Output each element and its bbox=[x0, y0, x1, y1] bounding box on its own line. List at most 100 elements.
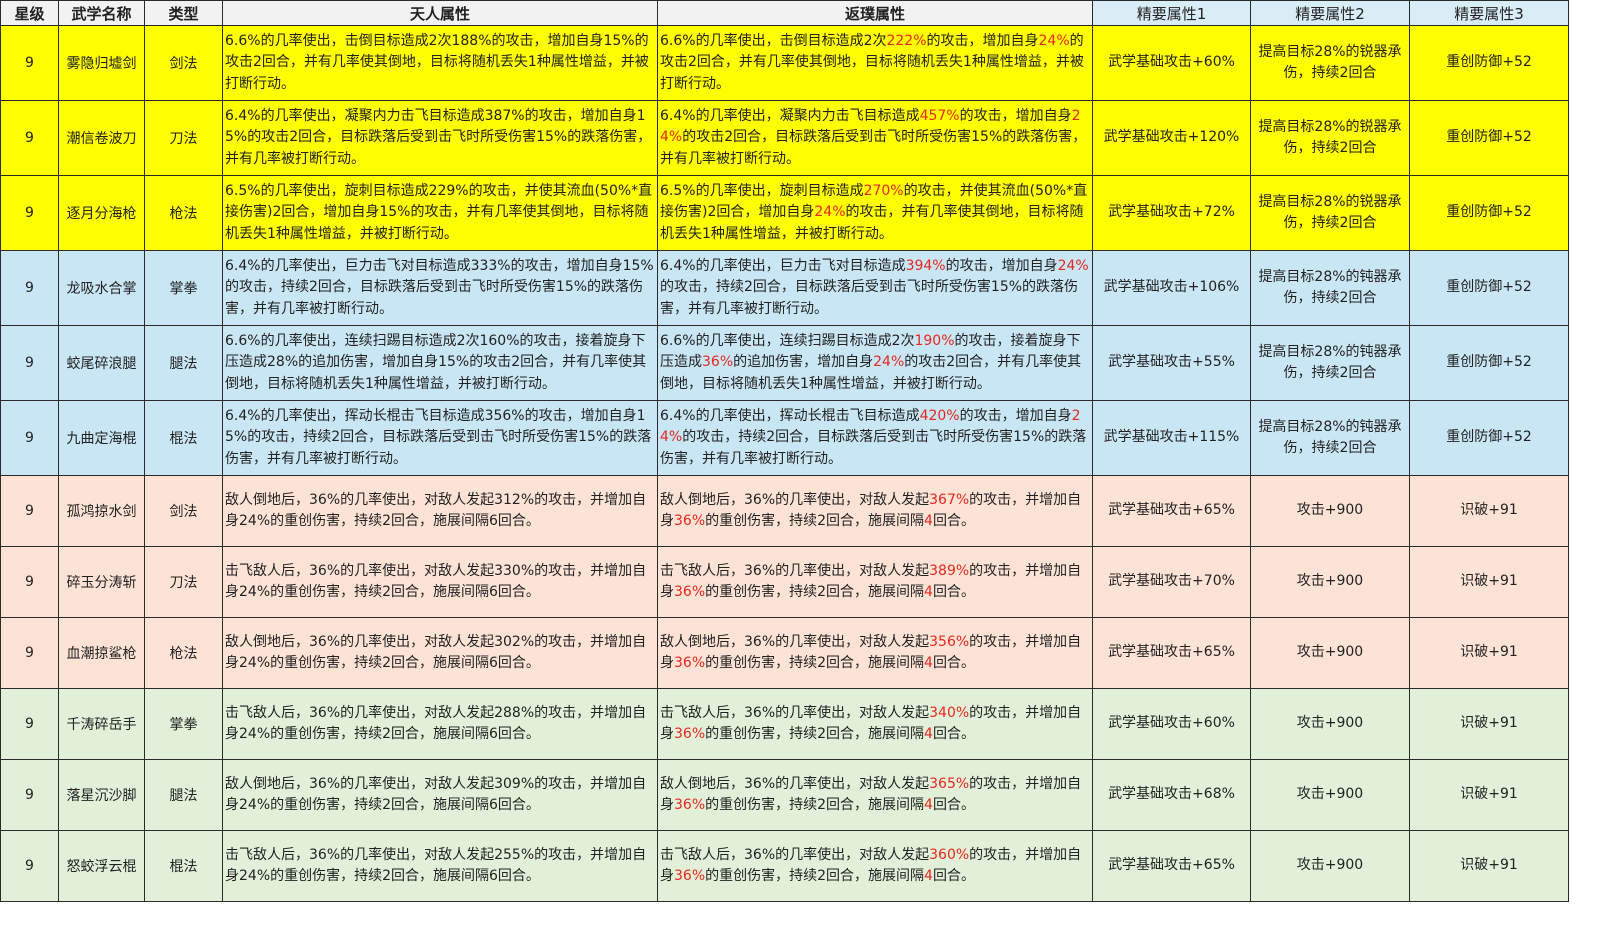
header-star: 星级 bbox=[0, 0, 59, 26]
highlight-value: 270% bbox=[863, 182, 904, 199]
text-segment: 回合。 bbox=[932, 655, 975, 671]
cell-jy2: 攻击+900 bbox=[1250, 688, 1410, 760]
cell-star: 9 bbox=[0, 100, 59, 176]
highlight-value: 4 bbox=[924, 726, 933, 742]
cell-type: 掌拳 bbox=[144, 250, 223, 326]
cell-jy3: 重创防御+52 bbox=[1409, 325, 1569, 401]
text-segment: 敌人倒地后，36%的几率使出，对敌人发起 bbox=[660, 491, 930, 508]
highlight-value: 4 bbox=[924, 655, 933, 671]
highlight-value: 4 bbox=[924, 584, 933, 600]
cell-tianren: 6.5%的几率使出，旋刺目标造成229%的攻击，并使其流血(50%*直接伤害)2… bbox=[222, 175, 658, 251]
text-segment: 6.4%的几率使出，巨力击飞对目标造成 bbox=[660, 257, 906, 274]
cell-fanpu: 击飞敌人后，36%的几率使出，对敌人发起389%的攻击，并增加自身36%的重创伤… bbox=[657, 546, 1093, 618]
cell-jy3: 识破+91 bbox=[1409, 617, 1569, 689]
cell-jy3: 识破+91 bbox=[1409, 546, 1569, 618]
cell-fanpu: 6.6%的几率使出，连续扫踢目标造成2次190%的攻击，接着旋身下压造成36%的… bbox=[657, 325, 1093, 401]
text-segment: 的攻击，增加自身 bbox=[926, 32, 1039, 49]
cell-type: 剑法 bbox=[144, 475, 223, 547]
cell-jy3: 识破+91 bbox=[1409, 830, 1569, 902]
table-row: 9 血潮掠鲨枪 枪法 敌人倒地后，36%的几率使出，对敌人发起302%的攻击，并增加自… bbox=[0, 617, 1569, 689]
cell-name: 雾隐归墟剑 bbox=[58, 25, 145, 101]
text-segment: 击飞敌人后，36%的几率使出，对敌人发起 bbox=[660, 562, 930, 579]
cell-tianren: 敌人倒地后，36%的几率使出，对敌人发起302%的攻击，并增加自身24%的重创伤… bbox=[222, 617, 658, 689]
cell-type: 刀法 bbox=[144, 546, 223, 618]
highlight-value: 24% bbox=[1057, 257, 1089, 274]
cell-fanpu: 击飞敌人后，36%的几率使出，对敌人发起340%的攻击，并增加自身36%的重创伤… bbox=[657, 688, 1093, 760]
cell-jy3: 重创防御+52 bbox=[1409, 100, 1569, 176]
highlight-value: 36% bbox=[674, 726, 706, 742]
cell-tianren: 击飞敌人后，36%的几率使出，对敌人发起288%的攻击，并增加自身24%的重创伤… bbox=[222, 688, 658, 760]
text-segment: 的追加伤害，增加自身 bbox=[733, 354, 874, 371]
highlight-value: 394% bbox=[905, 257, 946, 274]
cell-jy1: 武学基础攻击+65% bbox=[1092, 475, 1251, 547]
cell-name: 千涛碎岳手 bbox=[58, 688, 145, 760]
cell-star: 9 bbox=[0, 688, 59, 760]
text-segment: 回合。 bbox=[932, 868, 975, 884]
text-segment: 敌人倒地后，36%的几率使出，对敌人发起 bbox=[660, 775, 930, 792]
highlight-value: 36% bbox=[674, 868, 706, 884]
highlight-value: 36% bbox=[674, 655, 706, 671]
text-segment: 的重创伤害，持续2回合，施展间隔 bbox=[705, 726, 925, 742]
cell-jy3: 重创防御+52 bbox=[1409, 25, 1569, 101]
cell-jy3: 识破+91 bbox=[1409, 759, 1569, 831]
highlight-value: 457% bbox=[919, 107, 960, 124]
cell-tianren: 击飞敌人后，36%的几率使出，对敌人发起255%的攻击，并增加自身24%的重创伤… bbox=[222, 830, 658, 902]
header-type: 类型 bbox=[144, 0, 223, 26]
table-row: 9 怒蛟浮云棍 棍法 击飞敌人后，36%的几率使出，对敌人发起255%的攻击，并增加自… bbox=[0, 830, 1569, 902]
cell-tianren: 6.4%的几率使出，挥动长棍击飞目标造成356%的攻击，增加自身15%的攻击，持… bbox=[222, 400, 658, 476]
highlight-value: 24% bbox=[873, 354, 905, 371]
cell-type: 棍法 bbox=[144, 830, 223, 902]
cell-fanpu: 6.4%的几率使出，巨力击飞对目标造成394%的攻击，增加自身24% 的攻击，持续… bbox=[657, 250, 1093, 326]
header-tianren: 天人属性 bbox=[222, 0, 658, 26]
cell-type: 枪法 bbox=[144, 175, 223, 251]
cell-jy2: 提高目标28%的钝器承伤，持续2回合 bbox=[1250, 325, 1410, 401]
cell-jy1: 武学基础攻击+68% bbox=[1092, 759, 1251, 831]
cell-jy1: 武学基础攻击+65% bbox=[1092, 617, 1251, 689]
cell-type: 刀法 bbox=[144, 100, 223, 176]
highlight-value: 389% bbox=[929, 562, 970, 579]
cell-fanpu: 敌人倒地后，36%的几率使出，对敌人发起367%的攻击，并增加自身36%的重创伤… bbox=[657, 475, 1093, 547]
table-row: 9 蛟尾碎浪腿 腿法 6.6%的几率使出，连续扫踢目标造成2次160%的攻击，接着旋身… bbox=[0, 325, 1569, 401]
header-jy3: 精要属性3 bbox=[1409, 0, 1569, 26]
header-fanpu: 返璞属性 bbox=[657, 0, 1093, 26]
text-segment: 的重创伤害，持续2回合，施展间隔 bbox=[705, 655, 925, 671]
text-segment: 的攻击，增加自身 bbox=[959, 407, 1072, 424]
highlight-value: 36% bbox=[674, 513, 706, 529]
highlight-value: 36% bbox=[702, 354, 734, 371]
header-jy2: 精要属性2 bbox=[1250, 0, 1410, 26]
text-segment: 6.4%的几率使出，凝聚内力击飞目标造成 bbox=[660, 107, 920, 124]
text-segment: 的攻击，持续2回合，目标跌落后受到击飞时所受伤害15%的跌落伤害，并有几率被打断… bbox=[660, 279, 1079, 317]
cell-jy2: 攻击+900 bbox=[1250, 475, 1410, 547]
text-segment: 6.6%的几率使出，击倒目标造成2次 bbox=[660, 32, 887, 49]
cell-tianren: 6.4%的几率使出，凝聚内力击飞目标造成387%的攻击，增加自身15%的攻击2回… bbox=[222, 100, 658, 176]
highlight-value: 4 bbox=[924, 797, 933, 813]
cell-name: 怒蛟浮云棍 bbox=[58, 830, 145, 902]
cell-star: 9 bbox=[0, 175, 59, 251]
highlight-value: 190% bbox=[914, 332, 955, 349]
cell-jy2: 攻击+900 bbox=[1250, 617, 1410, 689]
highlight-value: 367% bbox=[929, 491, 970, 508]
highlight-value: 222% bbox=[886, 32, 927, 49]
cell-fanpu: 击飞敌人后，36%的几率使出，对敌人发起360%的攻击，并增加自身36%的重创伤… bbox=[657, 830, 1093, 902]
cell-tianren: 敌人倒地后，36%的几率使出，对敌人发起309%的攻击，并增加自身24%的重创伤… bbox=[222, 759, 658, 831]
cell-name: 逐月分海枪 bbox=[58, 175, 145, 251]
cell-jy2: 提高目标28%的钝器承伤，持续2回合 bbox=[1250, 400, 1410, 476]
highlight-value: 24% bbox=[1038, 32, 1070, 49]
cell-type: 枪法 bbox=[144, 617, 223, 689]
table-row: 9 逐月分海枪 枪法 6.5%的几率使出，旋刺目标造成229%的攻击，并使其流血(50… bbox=[0, 175, 1569, 251]
text-segment: 击飞敌人后，36%的几率使出，对敌人发起 bbox=[660, 704, 930, 721]
cell-jy3: 重创防御+52 bbox=[1409, 250, 1569, 326]
highlight-value: 36% bbox=[674, 584, 706, 600]
table-row: 9 孤鸿掠水剑 剑法 敌人倒地后，36%的几率使出，对敌人发起312%的攻击，并增加自… bbox=[0, 475, 1569, 547]
text-segment: 的攻击，增加自身 bbox=[959, 107, 1072, 124]
header-jy1: 精要属性1 bbox=[1092, 0, 1251, 26]
table-row: 9 碎玉分涛斩 刀法 击飞敌人后，36%的几率使出，对敌人发起330%的攻击，并增加自… bbox=[0, 546, 1569, 618]
cell-star: 9 bbox=[0, 325, 59, 401]
cell-jy1: 武学基础攻击+60% bbox=[1092, 25, 1251, 101]
cell-fanpu: 敌人倒地后，36%的几率使出，对敌人发起365%的攻击，并增加自身36%的重创伤… bbox=[657, 759, 1093, 831]
cell-star: 9 bbox=[0, 475, 59, 547]
text-segment: 6.5%的几率使出，旋刺目标造成 bbox=[660, 182, 864, 199]
cell-jy3: 重创防御+52 bbox=[1409, 400, 1569, 476]
text-segment: 的重创伤害，持续2回合，施展间隔 bbox=[705, 797, 925, 813]
highlight-value: 356% bbox=[929, 633, 970, 650]
